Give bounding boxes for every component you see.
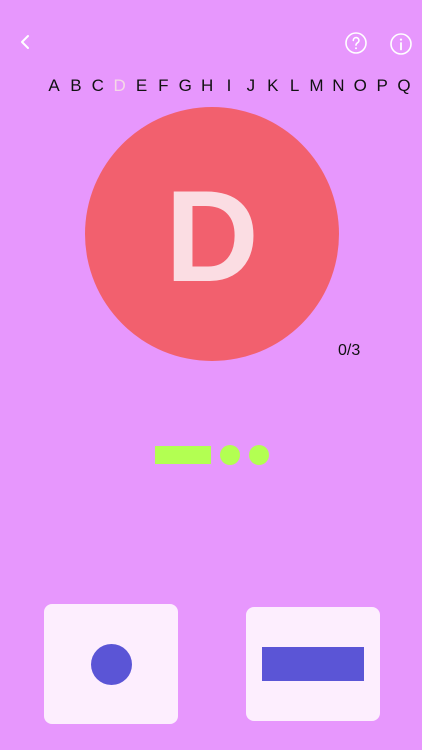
help-button[interactable]: [344, 31, 368, 55]
letter-a[interactable]: A: [44, 74, 64, 98]
dot-key-button[interactable]: [44, 604, 178, 724]
letter-l[interactable]: L: [285, 74, 305, 98]
letter-q[interactable]: Q: [394, 74, 414, 98]
morse-dash: [155, 446, 211, 464]
letter-e[interactable]: E: [132, 74, 152, 98]
letter-m[interactable]: M: [307, 74, 327, 98]
chevron-left-icon: [21, 35, 29, 49]
letter-g[interactable]: G: [175, 74, 195, 98]
help-circle-icon: [345, 32, 367, 54]
letter-o[interactable]: O: [350, 74, 370, 98]
letter-f[interactable]: F: [153, 74, 173, 98]
morse-dot: [249, 445, 269, 465]
morse-pattern: [155, 444, 278, 466]
top-bar: [0, 0, 422, 80]
letter-j[interactable]: J: [241, 74, 261, 98]
letter-k[interactable]: K: [263, 74, 283, 98]
letter-h[interactable]: H: [197, 74, 217, 98]
letter-n[interactable]: N: [328, 74, 348, 98]
letter-b[interactable]: B: [66, 74, 86, 98]
info-button[interactable]: [389, 32, 413, 56]
back-button[interactable]: [14, 30, 38, 54]
info-circle-icon: [390, 33, 412, 55]
letter-i[interactable]: I: [219, 74, 239, 98]
current-letter-circle: D: [85, 107, 339, 361]
letter-d[interactable]: D: [110, 74, 130, 98]
current-letter: D: [165, 163, 259, 309]
progress-counter: 0/3: [338, 342, 361, 359]
dash-key-button[interactable]: [246, 607, 380, 721]
letter-c[interactable]: C: [88, 74, 108, 98]
alphabet-selector: ABCDEFGHIJKLMNOPQ: [44, 74, 414, 98]
letter-p[interactable]: P: [372, 74, 392, 98]
morse-dot: [220, 445, 240, 465]
dash-shape: [262, 647, 364, 681]
dot-shape: [90, 643, 132, 685]
